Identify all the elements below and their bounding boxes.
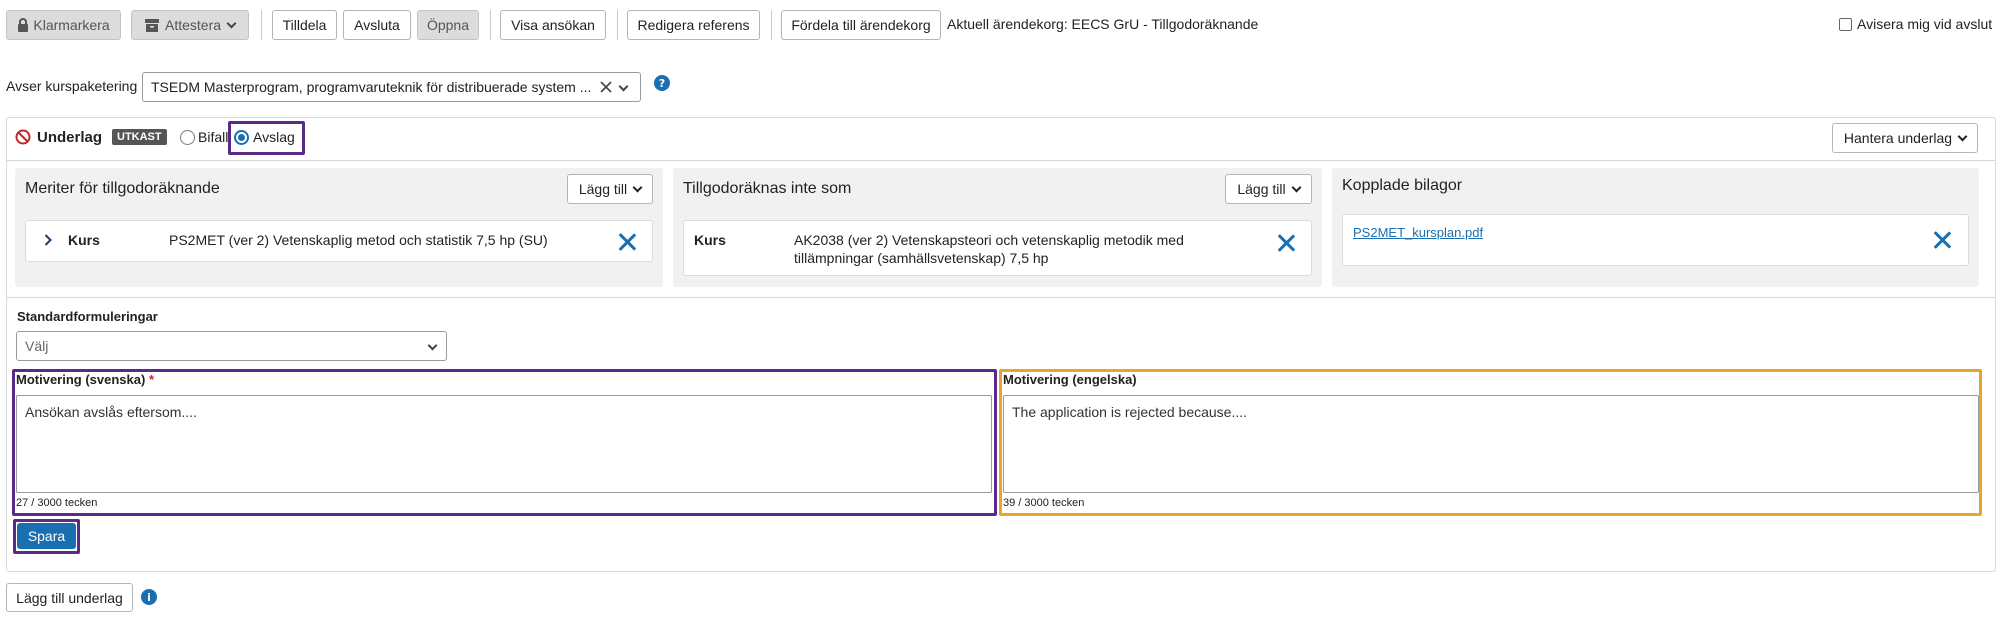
lock-icon [18, 18, 29, 32]
remove-icon[interactable] [618, 233, 636, 251]
remove-icon[interactable] [1277, 234, 1295, 252]
clear-icon[interactable] [600, 81, 612, 93]
add-underlag-button[interactable]: Lägg till underlag [6, 583, 133, 612]
meriter-add-label: Lägg till [578, 181, 628, 197]
tilldela-label: Tilldela [282, 17, 327, 33]
divider [7, 297, 1995, 298]
motivering-sv-counter: 27 / 3000 tecken [16, 497, 98, 509]
bifall-radio[interactable] [180, 130, 195, 145]
avsluta-label: Avsluta [354, 17, 400, 33]
inte-som-item-line1: AK2038 (ver 2) Vetenskapsteori och veten… [794, 232, 1184, 248]
meriter-item-text: PS2MET (ver 2) Vetenskaplig metod och st… [169, 232, 548, 248]
standard-label: Standardformuleringar [17, 309, 158, 324]
remove-icon[interactable] [1933, 231, 1951, 249]
bifall-label: Bifall [198, 129, 229, 145]
info-icon[interactable]: i [141, 589, 157, 605]
redigera-referens-button[interactable]: Redigera referens [627, 10, 760, 40]
chevron-right-icon[interactable] [44, 234, 52, 246]
motivering-en-counter: 39 / 3000 tecken [1003, 497, 1085, 509]
required-marker: * [148, 372, 155, 387]
meriter-panel: Meriter för tillgodoräknande Lägg till K… [15, 168, 663, 287]
hantera-underlag-label: Hantera underlag [1843, 130, 1953, 146]
chevron-down-icon [427, 340, 438, 351]
motivering-sv-label-text: Motivering (svenska) [16, 372, 146, 387]
notify-option[interactable]: Avisera mig vid avslut [1839, 16, 1992, 32]
chevron-down-icon [618, 81, 629, 92]
toolbar-divider [261, 10, 262, 40]
chevron-down-icon [1291, 182, 1302, 192]
motivering-en-label: Motivering (engelska) [1003, 372, 1137, 387]
archive-icon [144, 18, 159, 32]
attestera-button[interactable]: Attestera [131, 10, 249, 40]
meriter-item-type: Kurs [68, 232, 100, 248]
status-badge: UTKAST [112, 129, 167, 145]
bilagor-title: Kopplade bilagor [1342, 177, 1463, 194]
inte-som-item-line2: tillämpningar (samhällsvetenskap) 7,5 hp [794, 250, 1049, 266]
kurspaketering-label: Avser kurspaketering [6, 78, 138, 94]
inte-som-item: Kurs AK2038 (ver 2) Vetenskapsteori och … [683, 220, 1312, 276]
avsluta-button[interactable]: Avsluta [343, 10, 411, 40]
tilldela-button[interactable]: Tilldela [272, 10, 337, 40]
meriter-add-button[interactable]: Lägg till [567, 174, 653, 204]
fordela-button[interactable]: Fördela till ärendekorg [781, 10, 941, 40]
chevron-down-icon [1957, 131, 1968, 141]
save-button[interactable]: Spara [17, 523, 76, 549]
inte-som-add-button[interactable]: Lägg till [1225, 174, 1312, 204]
ban-icon [15, 129, 31, 145]
inte-som-add-label: Lägg till [1237, 181, 1286, 197]
visa-ansokan-label: Visa ansökan [511, 17, 595, 33]
underlag-title: Underlag [37, 129, 103, 146]
oppna-button[interactable]: Öppna [417, 10, 479, 40]
inte-som-item-type: Kurs [694, 232, 726, 248]
help-icon[interactable]: ? [654, 75, 670, 91]
bilagor-panel: Kopplade bilagor PS2MET_kursplan.pdf [1332, 168, 1979, 287]
toolbar-divider [617, 10, 618, 40]
motivering-sv-textarea[interactable]: Ansökan avslås eftersom.... [16, 395, 992, 493]
klarmarkera-label: Klarmarkera [33, 17, 110, 33]
standard-select[interactable]: Välj [16, 331, 447, 361]
meriter-item: Kurs PS2MET (ver 2) Vetenskaplig metod o… [25, 220, 653, 262]
toolbar-divider [490, 10, 491, 40]
visa-ansokan-button[interactable]: Visa ansökan [500, 10, 606, 40]
notify-checkbox[interactable] [1839, 17, 1852, 31]
hantera-underlag-button[interactable]: Hantera underlag [1832, 123, 1978, 153]
oppna-label: Öppna [426, 17, 470, 33]
chevron-down-icon [632, 182, 643, 192]
redigera-referens-label: Redigera referens [637, 17, 750, 33]
avslag-radio[interactable] [234, 130, 249, 145]
standard-placeholder: Välj [25, 338, 49, 354]
notify-label: Avisera mig vid avslut [1857, 16, 1993, 32]
avslag-label: Avslag [253, 129, 295, 145]
attachment-link[interactable]: PS2MET_kursplan.pdf [1353, 225, 1483, 240]
divider [7, 160, 1995, 161]
motivering-en-textarea[interactable]: The application is rejected because.... [1003, 395, 1979, 493]
chevron-down-icon [226, 18, 237, 28]
kurspaketering-select[interactable]: TSEDM Masterprogram, programvaruteknik f… [142, 72, 641, 102]
add-underlag-label: Lägg till underlag [16, 589, 123, 606]
bilagor-item: PS2MET_kursplan.pdf [1342, 214, 1969, 266]
inte-som-panel: Tillgodoräknas inte som Lägg till Kurs A… [673, 168, 1322, 287]
fordela-label: Fördela till ärendekorg [791, 17, 931, 33]
meriter-title: Meriter för tillgodoräknande [25, 180, 220, 197]
attestera-label: Attestera [164, 17, 222, 33]
current-basket-text: Aktuell ärendekorg: EECS GrU - Tillgodor… [947, 16, 1259, 32]
toolbar-divider [771, 10, 772, 40]
inte-som-title: Tillgodoräknas inte som [683, 180, 852, 197]
kurspaketering-value: TSEDM Masterprogram, programvaruteknik f… [151, 79, 592, 95]
motivering-sv-label: Motivering (svenska) * [16, 372, 154, 387]
klarmarkera-button[interactable]: Klarmarkera [6, 10, 121, 40]
